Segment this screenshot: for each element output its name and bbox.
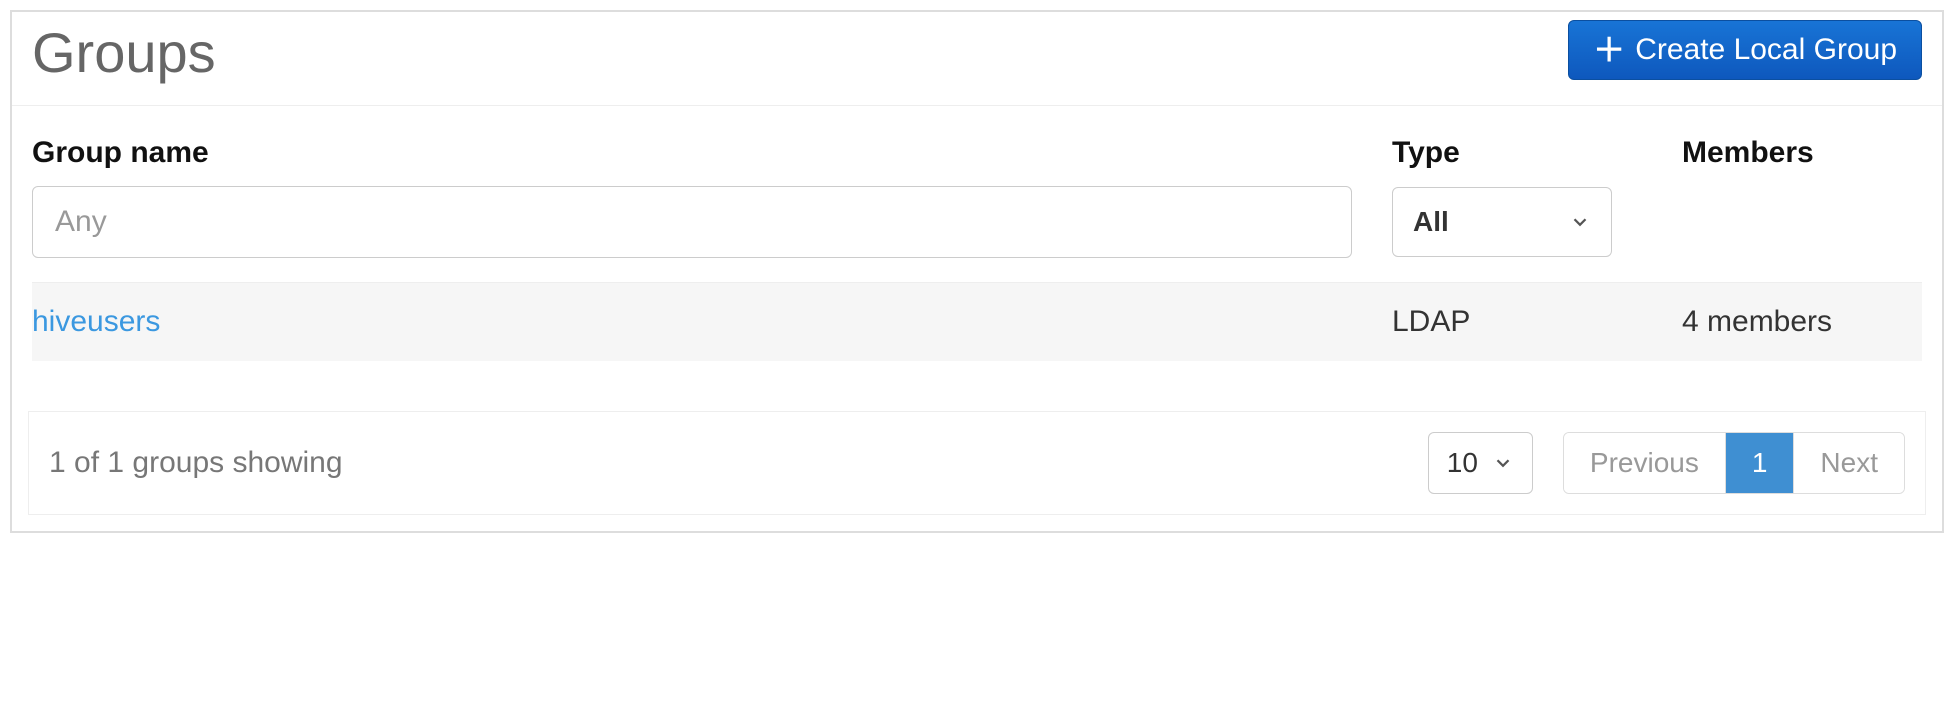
groups-table: Group name Type Members All [12,106,1942,381]
type-filter-select[interactable]: All [1392,187,1612,257]
pagination: Previous 1 Next [1563,432,1905,494]
per-page-value: 10 [1447,447,1478,479]
chevron-down-icon [1492,452,1514,474]
per-page-select[interactable]: 10 [1428,432,1533,494]
type-filter-value: All [1413,206,1449,238]
previous-page-button[interactable]: Previous [1564,433,1726,493]
group-type-cell: LDAP [1392,305,1642,339]
page-title: Groups [32,20,216,85]
table-footer: 1 of 1 groups showing 10 Previous 1 Next [28,411,1926,515]
chevron-down-icon [1569,211,1591,233]
group-name-link[interactable]: hiveusers [32,305,160,338]
showing-status: 1 of 1 groups showing [49,446,1398,480]
page-header: Groups ＋ Create Local Group [12,12,1942,106]
column-header-members: Members [1682,136,1922,170]
next-page-button[interactable]: Next [1794,433,1904,493]
group-name-filter-input[interactable] [32,186,1352,258]
page-number-button[interactable]: 1 [1726,433,1795,493]
plus-icon: ＋ [1593,34,1625,66]
groups-page: Groups ＋ Create Local Group Group name T… [10,10,1944,533]
filter-row: All [32,186,1922,282]
group-members-cell: 4 members [1682,305,1922,339]
column-header-type: Type [1392,136,1642,170]
column-header-name: Group name [32,136,1352,170]
create-button-label: Create Local Group [1635,33,1897,67]
table-row: hiveusers LDAP 4 members [32,282,1922,361]
create-local-group-button[interactable]: ＋ Create Local Group [1568,20,1922,80]
table-header-row: Group name Type Members [32,136,1922,186]
